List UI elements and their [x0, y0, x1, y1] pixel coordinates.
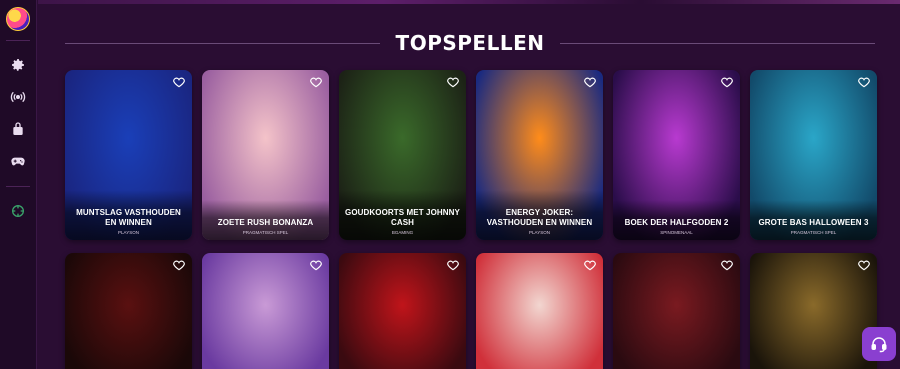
game-title: ZOETE RUSH BONANZA — [217, 218, 314, 227]
game-card[interactable]: GROTE BAS HALLOWEEN 3 PRAGMATISCH SPEL — [750, 70, 877, 240]
game-card[interactable]: ENERGY JOKER: VASTHOUDEN EN WINNEN PLAYSO… — [476, 70, 603, 240]
favorite-heart-icon[interactable] — [172, 75, 186, 89]
game-card[interactable]: MUNTSLAG VASTHOUDEN EN WINNEN PLAYSON — [65, 70, 192, 240]
heading-divider-left — [65, 42, 380, 44]
promotions-icon[interactable] — [8, 119, 28, 139]
favorite-heart-icon[interactable] — [857, 75, 871, 89]
live-icon[interactable] — [8, 87, 28, 107]
favorite-heart-icon[interactable] — [583, 75, 597, 89]
favorite-heart-icon[interactable] — [583, 258, 597, 272]
favorite-heart-icon[interactable] — [720, 258, 734, 272]
sidebar-divider — [6, 40, 30, 41]
game-card[interactable] — [476, 253, 603, 369]
game-caption: MUNTSLAG VASTHOUDEN EN WINNEN PLAYSON — [65, 190, 192, 240]
favorite-heart-icon[interactable] — [172, 258, 186, 272]
game-card[interactable] — [339, 253, 466, 369]
game-title: GOUDKOORTS MET JOHNNY CASH — [345, 208, 460, 227]
sidebar — [0, 0, 37, 369]
game-card[interactable]: BOEK DER HALFGODEN 2 SPINOMENAAL — [613, 70, 740, 240]
favorite-heart-icon[interactable] — [309, 258, 323, 272]
game-card[interactable] — [202, 253, 329, 369]
section-header: TOPSPELLEN — [65, 30, 876, 56]
favorite-heart-icon[interactable] — [446, 258, 460, 272]
game-provider: PLAYSON — [529, 230, 550, 235]
game-caption: GOUDKOORTS MET JOHNNY CASH BGAMING — [339, 190, 466, 240]
site-logo[interactable] — [6, 7, 30, 31]
game-title: MUNTSLAG VASTHOUDEN EN WINNEN — [76, 208, 181, 227]
game-card[interactable] — [65, 253, 192, 369]
game-caption: ZOETE RUSH BONANZA PRAGMATISCH SPEL — [202, 200, 329, 240]
game-grid: MUNTSLAG VASTHOUDEN EN WINNEN PLAYSON ZOET… — [65, 70, 877, 369]
favorite-heart-icon[interactable] — [446, 75, 460, 89]
game-card[interactable] — [613, 253, 740, 369]
game-provider: SPINOMENAAL — [660, 230, 693, 235]
game-title: BOEK DER HALFGODEN 2 — [624, 218, 729, 227]
support-button[interactable] — [862, 327, 896, 361]
game-title: GROTE BAS HALLOWEEN 3 — [758, 218, 869, 227]
favorite-heart-icon[interactable] — [857, 258, 871, 272]
game-provider: PRAGMATISCH SPEL — [790, 230, 837, 235]
favorite-heart-icon[interactable] — [309, 75, 323, 89]
sports-icon[interactable] — [8, 201, 28, 221]
game-provider: BGAMING — [391, 230, 414, 235]
section-title: TOPSPELLEN — [395, 31, 545, 55]
settings-icon[interactable] — [8, 55, 28, 75]
headset-icon — [871, 337, 887, 353]
top-banner-edge — [38, 0, 900, 4]
sidebar-divider — [6, 186, 30, 187]
game-card[interactable]: ZOETE RUSH BONANZA PRAGMATISCH SPEL — [202, 70, 329, 240]
gamepad-icon[interactable] — [8, 151, 28, 171]
heading-divider-right — [560, 42, 876, 44]
game-provider: PRAGMATISCH SPEL — [242, 230, 289, 235]
game-caption: GROTE BAS HALLOWEEN 3 PRAGMATISCH SPEL — [750, 200, 877, 240]
game-caption: ENERGY JOKER: VASTHOUDEN EN WINNEN PLAYSO… — [476, 190, 603, 240]
game-provider: PLAYSON — [118, 230, 139, 235]
game-card[interactable] — [750, 253, 877, 369]
game-card[interactable]: GOUDKOORTS MET JOHNNY CASH BGAMING — [339, 70, 466, 240]
favorite-heart-icon[interactable] — [720, 75, 734, 89]
game-title: ENERGY JOKER: VASTHOUDEN EN WINNEN — [486, 208, 593, 227]
game-caption: BOEK DER HALFGODEN 2 SPINOMENAAL — [613, 200, 740, 240]
